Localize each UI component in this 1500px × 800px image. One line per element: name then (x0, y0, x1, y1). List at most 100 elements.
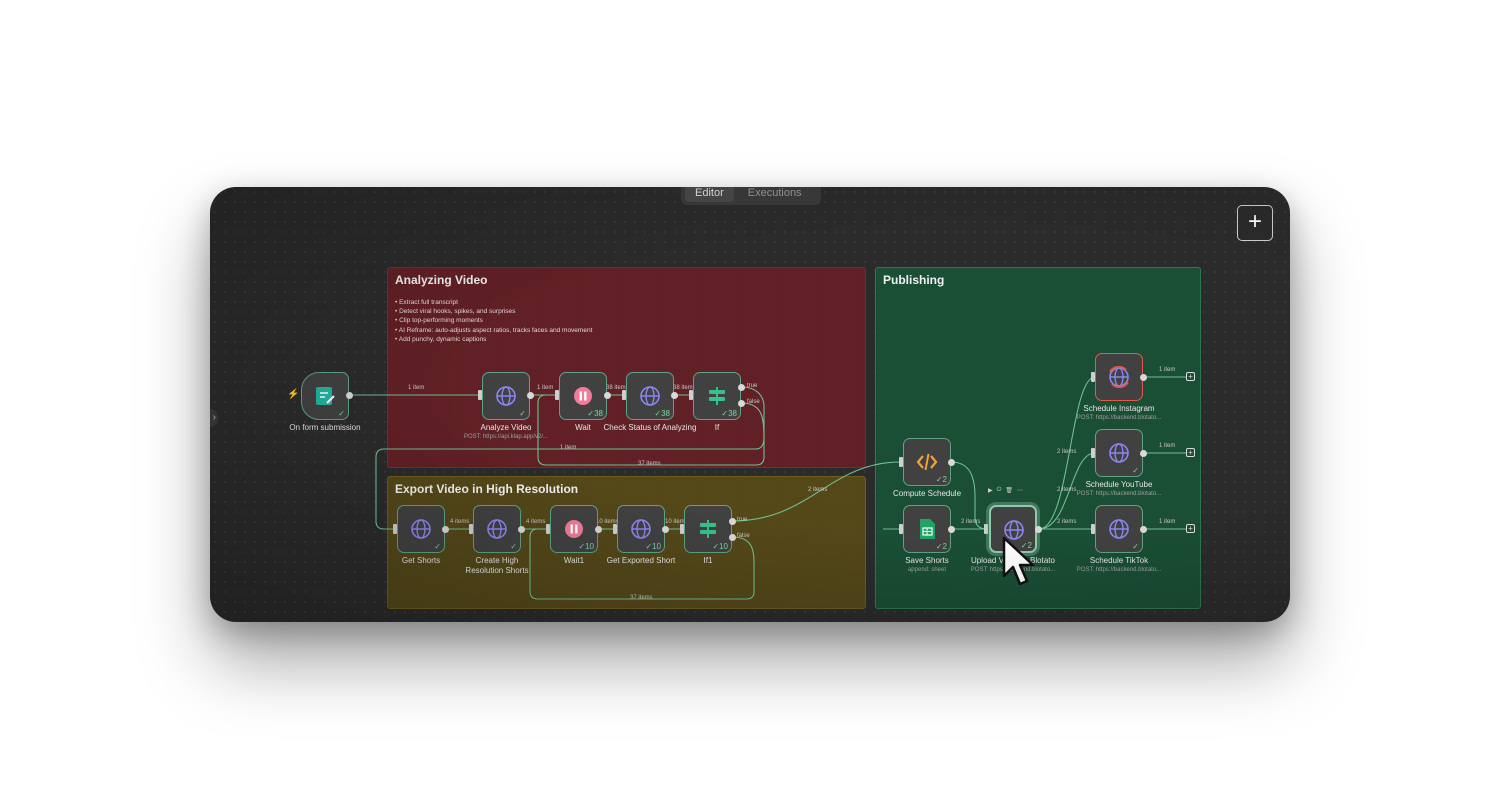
success-count-badge: ✓2 (935, 475, 947, 484)
output-port[interactable] (1140, 526, 1147, 533)
output-port[interactable] (1035, 526, 1042, 533)
edge-label: 1 item (1159, 443, 1176, 449)
add-next-node-plus-icon[interactable]: + (1186, 372, 1195, 381)
node-get-shorts[interactable]: ✓ (397, 505, 445, 553)
branch-label-true: true (747, 383, 758, 389)
edge-label: 1 item (560, 445, 577, 451)
success-count-badge: ✓38 (654, 409, 670, 418)
output-port-true[interactable] (729, 518, 736, 525)
output-port[interactable] (604, 392, 611, 399)
node-wait1[interactable]: ✓10 (550, 505, 598, 553)
run-node-button[interactable]: ▶ (988, 487, 993, 494)
edge-label: 1 item (408, 385, 425, 391)
success-count-badge: ✓10 (645, 542, 661, 551)
success-count-badge: ✓10 (578, 542, 594, 551)
edge-label: 2 items (961, 519, 981, 525)
add-next-node-plus-icon[interactable]: + (1186, 524, 1195, 533)
pause-icon (574, 387, 592, 405)
edge-label: 1 item (537, 385, 554, 391)
success-check-icon: ✓ (510, 542, 517, 551)
success-check-icon: ✓ (519, 409, 526, 418)
success-count-badge: ✓10 (712, 542, 728, 551)
success-check-icon: ✓ (1132, 542, 1139, 551)
node-schedule-youtube[interactable]: ✓ (1095, 429, 1143, 477)
edge-label: 37 items (630, 595, 653, 601)
workflow-canvas[interactable]: Editor Executions + › Analyzing Video Ex… (210, 187, 1290, 622)
output-port[interactable] (527, 392, 534, 399)
output-port-false[interactable] (729, 534, 736, 541)
success-check-icon: ✓ (338, 409, 345, 418)
node-if[interactable]: ✓38 (693, 372, 741, 420)
success-count-badge: ✓38 (587, 409, 603, 418)
node-wait[interactable]: ✓38 (559, 372, 607, 420)
node-if1[interactable]: ✓10 (684, 505, 732, 553)
output-port[interactable] (346, 392, 353, 399)
badge-count: 38 (728, 409, 737, 418)
output-port[interactable] (442, 526, 449, 533)
add-next-node-plus-icon[interactable]: + (1186, 448, 1195, 457)
node-subtitle: POST: https://backend.blotato... (1076, 567, 1162, 573)
branch-label-true: true (737, 517, 748, 523)
node-subtitle: POST: https://api.klap.app/v2/... (463, 434, 549, 440)
node-label: Compute Schedule (892, 489, 962, 498)
node-compute-schedule[interactable]: ✓2 (903, 438, 951, 486)
success-count-badge: ✓2 (935, 542, 947, 551)
output-port-false[interactable] (738, 400, 745, 407)
edge-label: 4 items (526, 519, 546, 525)
output-port[interactable] (948, 526, 955, 533)
node-label: If (714, 423, 720, 432)
output-port[interactable] (948, 459, 955, 466)
badge-count: 10 (719, 542, 728, 551)
more-options-button[interactable]: ⋯ (1017, 487, 1023, 494)
node-save-shorts[interactable]: ✓2 (903, 505, 951, 553)
globe-icon (1109, 366, 1129, 388)
if-icon (709, 387, 725, 405)
delete-node-button[interactable]: 🗑 (1005, 487, 1013, 494)
badge-count: 10 (585, 542, 594, 551)
node-get-exported-short[interactable]: ✓10 (617, 505, 665, 553)
output-port-true[interactable] (738, 384, 745, 391)
badge-count: 38 (661, 409, 670, 418)
node-label: Schedule TikTok (1089, 556, 1149, 565)
badge-count: 10 (652, 542, 661, 551)
node-check-status[interactable]: ✓38 (626, 372, 674, 420)
success-count-badge: ✓38 (721, 409, 737, 418)
success-check-icon: ✓ (434, 542, 441, 551)
branch-label-false: false (737, 533, 750, 539)
output-port[interactable] (671, 392, 678, 399)
output-port[interactable] (1140, 450, 1147, 457)
mouse-cursor-icon (1002, 536, 1035, 586)
output-port[interactable] (1140, 374, 1147, 381)
edge-label: 2 items (1057, 519, 1077, 525)
node-on-form-submission[interactable]: ✓ (301, 372, 349, 420)
globe-icon (496, 386, 516, 406)
node-label: Schedule YouTube (1085, 480, 1153, 489)
form-icon (316, 387, 335, 405)
edge-label: 2 items (808, 487, 828, 493)
output-port[interactable] (662, 526, 669, 533)
deactivate-node-button[interactable]: ⏻ (997, 487, 1002, 494)
node-label: On form submission (289, 423, 361, 432)
input-port[interactable] (984, 524, 988, 534)
edge-label: 4 items (450, 519, 470, 525)
node-create-high-resolution-shorts[interactable]: ✓ (473, 505, 521, 553)
globe-icon (1109, 519, 1129, 539)
code-icon (916, 453, 938, 471)
node-analyze-video[interactable]: ✓ (482, 372, 530, 420)
output-port[interactable] (595, 526, 602, 533)
output-port[interactable] (518, 526, 525, 533)
if-icon (700, 520, 716, 538)
node-schedule-instagram[interactable] (1095, 353, 1143, 401)
edge-label: 2 items (1057, 449, 1077, 455)
badge-count: 2 (942, 542, 947, 551)
branch-label-false: false (747, 399, 760, 405)
globe-icon (411, 519, 431, 539)
edge-label: 1 item (1159, 367, 1176, 373)
node-subtitle: POST: https://backend.blotato... (1076, 415, 1162, 421)
node-label: Schedule Instagram (1083, 404, 1155, 413)
edge-label: 1 item (1159, 519, 1176, 525)
node-schedule-tiktok[interactable]: ✓ (1095, 505, 1143, 553)
sheets-icon (920, 519, 935, 539)
globe-icon (487, 519, 507, 539)
badge-count: 2 (942, 475, 947, 484)
